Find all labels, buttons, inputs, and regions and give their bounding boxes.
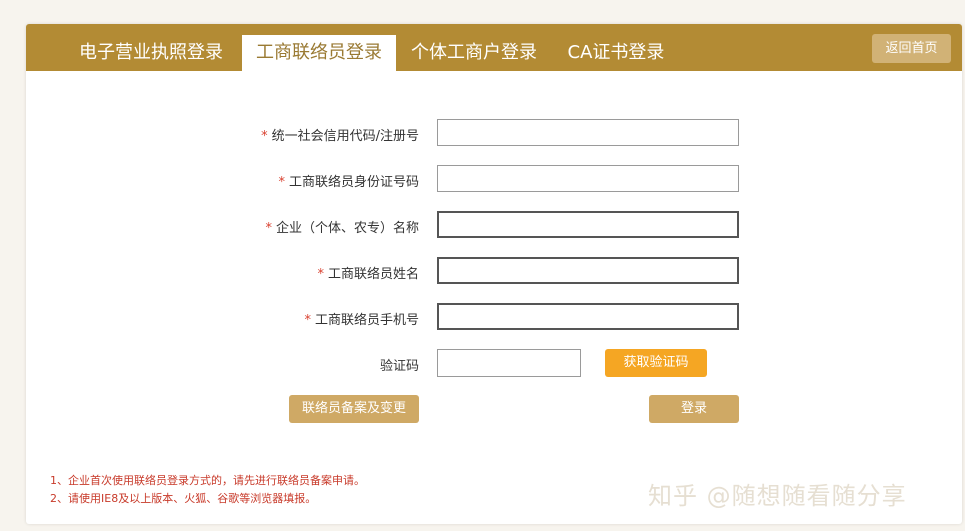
required-star: * (278, 175, 285, 190)
liaison-name-input[interactable] (437, 257, 739, 284)
return-home-button[interactable]: 返回首页 (872, 34, 951, 63)
tab-ca-certificate-login[interactable]: CA证书登录 (556, 35, 676, 71)
note-line: 2、请使用IE8及以上版本、火狐、谷歌等浏览器填报。 (50, 492, 317, 505)
notes: 1、企业首次使用联络员登录方式的，请先进行联络员备案申请。 2、请使用IE8及以… (50, 472, 365, 508)
enterprise-name-input[interactable] (437, 211, 739, 238)
required-star: * (304, 313, 311, 328)
liaison-name-label: * 工商联络员姓名 (317, 267, 419, 282)
liaison-id-input[interactable] (437, 165, 739, 192)
captcha-label: 验证码 (379, 359, 419, 374)
credit-code-input[interactable] (437, 119, 739, 146)
tab-bar: 电子营业执照登录 工商联络员登录 个体工商户登录 CA证书登录 返回首页 (26, 24, 962, 71)
tab-individual-business-login[interactable]: 个体工商户登录 (404, 35, 544, 71)
required-star: * (261, 129, 268, 144)
liaison-id-label: * 工商联络员身份证号码 (278, 175, 419, 190)
tab-liaison-login[interactable]: 工商联络员登录 (242, 35, 396, 71)
credit-code-label: * 统一社会信用代码/注册号 (261, 129, 419, 144)
get-verification-code-button[interactable]: 获取验证码 (605, 349, 707, 377)
note-line: 1、企业首次使用联络员登录方式的，请先进行联络员备案申请。 (50, 474, 365, 487)
liaison-phone-label: * 工商联络员手机号 (304, 313, 419, 328)
required-star: * (265, 221, 272, 236)
required-star: * (317, 267, 324, 282)
captcha-input[interactable] (437, 349, 581, 377)
tab-e-license-login[interactable]: 电子营业执照登录 (66, 35, 236, 71)
liaison-register-change-button[interactable]: 联络员备案及变更 (289, 395, 419, 423)
login-button[interactable]: 登录 (649, 395, 739, 423)
watermark: 知乎 @随想随看随分享 (648, 482, 907, 510)
liaison-phone-input[interactable] (437, 303, 739, 330)
enterprise-name-label: * 企业（个体、农专）名称 (265, 221, 419, 236)
